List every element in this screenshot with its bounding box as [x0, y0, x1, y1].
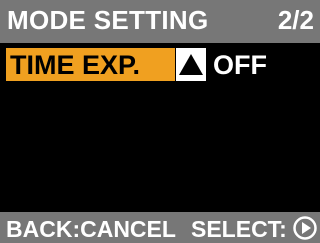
- select-hint: SELECT:: [191, 216, 287, 242]
- header-bar: MODE SETTING 2/2: [0, 0, 320, 43]
- triangle-up-icon[interactable]: [176, 48, 206, 81]
- footer-bar: BACK:CANCEL SELECT:: [0, 212, 320, 243]
- play-circle-icon: [293, 216, 317, 240]
- menu-item-value[interactable]: OFF: [213, 48, 267, 81]
- page-indicator: 2/2: [277, 5, 314, 35]
- camera-menu-screen: MODE SETTING 2/2 TIME EXP. OFF BACK:CANC…: [0, 0, 320, 243]
- menu-row-time-exp[interactable]: TIME EXP. OFF: [0, 43, 320, 85]
- page-title: MODE SETTING: [7, 5, 209, 35]
- back-cancel-hint: BACK:CANCEL: [6, 216, 176, 242]
- menu-item-label[interactable]: TIME EXP.: [6, 48, 175, 81]
